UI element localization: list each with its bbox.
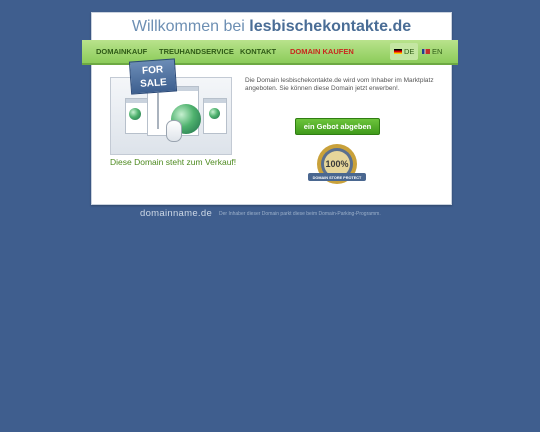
lang-en-label: EN xyxy=(432,47,443,56)
place-bid-button[interactable]: ein Gebot abgeben xyxy=(295,118,380,135)
seal-percentage: 100% xyxy=(325,159,348,169)
page-title: Willkommen bei lesbischekontakte.de xyxy=(92,18,451,36)
for-sale-sign: FOR SALE xyxy=(128,58,178,95)
domain-info-text: Die Domain lesbischekontakte.de wird vom… xyxy=(245,77,434,92)
nav-item-kontakt[interactable]: Kontakt xyxy=(240,40,276,63)
lang-en-button[interactable]: EN xyxy=(418,43,446,60)
globe-icon xyxy=(209,108,220,119)
seal-ribbon-text: DOMAIN STORE PROTECT xyxy=(313,176,362,180)
title-prefix: Willkommen bei xyxy=(131,18,245,35)
nav-item-domainkauf[interactable]: Domainkauf xyxy=(96,40,147,63)
footer-text: Der Inhaber dieser Domain parkt diese be… xyxy=(219,211,381,217)
nav-item-domain-kaufen[interactable]: Domain kaufen xyxy=(290,40,354,63)
globe-icon xyxy=(129,108,141,120)
sign-pole xyxy=(157,93,159,129)
lang-de-label: DE xyxy=(404,47,415,56)
for-sale-caption: Diese Domain steht zum Verkauf! xyxy=(110,157,237,167)
mouse-icon xyxy=(166,120,182,142)
title-domain: lesbischekontakte.de xyxy=(249,18,412,35)
uk-flag-icon xyxy=(422,49,430,54)
guarantee-seal-icon: 100% DOMAIN STORE PROTECT xyxy=(308,144,366,184)
footer-logo[interactable]: domainname.de xyxy=(140,208,212,219)
german-flag-icon xyxy=(394,49,402,54)
sign-line-2: SALE xyxy=(139,77,168,90)
lang-de-button[interactable]: DE xyxy=(390,43,419,60)
